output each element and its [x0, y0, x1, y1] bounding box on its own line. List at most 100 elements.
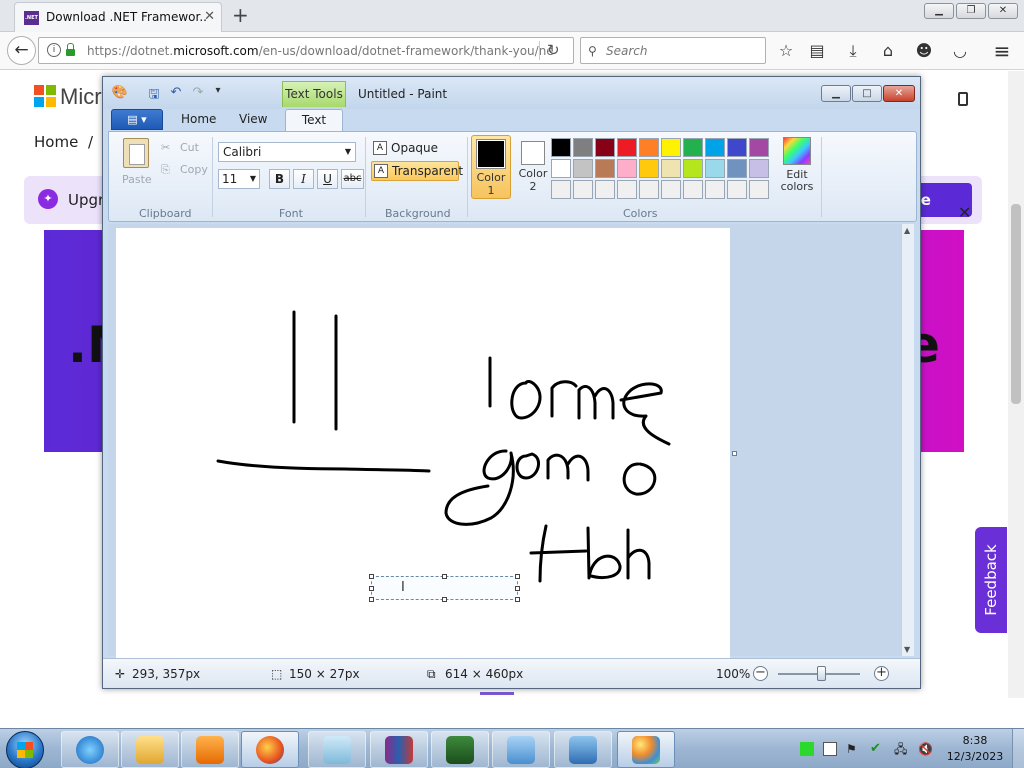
font-size-select[interactable]: 11 ▼ — [218, 169, 260, 189]
reload-icon[interactable]: ↻ — [547, 41, 560, 59]
new-tab-button[interactable]: + — [232, 3, 249, 27]
palette-swatch[interactable] — [661, 180, 681, 199]
breadcrumb-home[interactable]: Home — [34, 133, 78, 151]
palette-swatch[interactable] — [727, 180, 747, 199]
close-tab-icon[interactable]: ✕ — [204, 9, 215, 24]
feedback-button[interactable]: Feedback — [975, 527, 1007, 633]
strikethrough-button[interactable]: abc — [341, 169, 364, 189]
copy-button[interactable]: Copy — [180, 163, 208, 176]
palette-swatch[interactable] — [617, 138, 637, 157]
opaque-option[interactable]: A Opaque — [371, 139, 447, 159]
palette-swatch[interactable] — [639, 159, 659, 178]
close-button[interactable]: ✕ — [988, 3, 1018, 19]
underline-button[interactable]: U — [317, 169, 338, 189]
tab-text[interactable]: Text — [285, 109, 343, 132]
download-arrow-icon[interactable]: ⤓ — [842, 40, 864, 62]
palette-swatch[interactable] — [573, 180, 593, 199]
back-button[interactable]: ← — [7, 36, 36, 65]
security-check-icon[interactable]: ✔ — [870, 742, 884, 756]
taskbar-media-player[interactable] — [181, 731, 239, 768]
scroll-up-icon[interactable]: ▲ — [904, 226, 910, 235]
undo-icon[interactable]: ↶ — [167, 85, 185, 102]
address-bar[interactable]: i https://dotnet.microsoft.com/en-us/dow… — [38, 37, 574, 64]
color2-button[interactable]: Color 2 — [513, 135, 553, 199]
info-icon[interactable]: i — [47, 43, 61, 57]
palette-swatch[interactable] — [683, 180, 703, 199]
palette-swatch[interactable] — [551, 180, 571, 199]
cut-button[interactable]: Cut — [180, 141, 199, 154]
palette-swatch[interactable] — [749, 138, 769, 157]
palette-swatch[interactable] — [705, 159, 725, 178]
taskbar-control-panel[interactable] — [492, 731, 550, 768]
italic-button[interactable]: I — [293, 169, 314, 189]
palette-swatch[interactable] — [639, 180, 659, 199]
cut-icon[interactable]: ✂ — [161, 141, 170, 154]
palette-swatch[interactable] — [705, 138, 725, 157]
network-icon[interactable]: 🖧 — [894, 742, 908, 756]
edit-colors-button[interactable]: Edit colors — [774, 134, 820, 200]
menu-icon[interactable]: ≡ — [991, 40, 1013, 62]
palette-swatch[interactable] — [661, 159, 681, 178]
cart-icon[interactable] — [958, 92, 968, 106]
network-status-icon[interactable] — [800, 742, 814, 756]
save-icon[interactable]: 🖫 — [145, 85, 163, 102]
zoom-out-button[interactable]: − — [753, 666, 768, 681]
redo-icon[interactable]: ↷ — [189, 85, 207, 102]
bold-button[interactable]: B — [269, 169, 290, 189]
palette-swatch[interactable] — [617, 159, 637, 178]
taskbar-file-explorer[interactable] — [121, 731, 179, 768]
palette-swatch[interactable] — [727, 159, 747, 178]
banner-close-icon[interactable]: ✕ — [958, 203, 971, 222]
bookmark-star-icon[interactable]: ☆ — [775, 40, 797, 62]
taskbar-internet-explorer[interactable] — [61, 731, 119, 768]
canvas-resize-handle-right[interactable] — [732, 451, 737, 456]
taskbar-paint[interactable] — [617, 731, 675, 768]
taskbar-remote-desktop[interactable] — [554, 731, 612, 768]
close-button[interactable]: ✕ — [883, 85, 915, 102]
browser-tab[interactable]: .NET Download .NET Framewor... ✕ — [14, 2, 222, 32]
palette-swatch[interactable] — [705, 180, 725, 199]
palette-swatch[interactable] — [749, 180, 769, 199]
taskbar-clock[interactable]: 8:38 12/3/2023 — [940, 733, 1010, 765]
reading-list-icon[interactable]: ▤ — [806, 40, 828, 62]
minimize-button[interactable]: ▁ — [924, 3, 954, 19]
paste-button[interactable]: Paste — [122, 173, 152, 186]
customize-qat-icon[interactable]: ▾ — [209, 85, 227, 102]
palette-swatch[interactable] — [595, 159, 615, 178]
minimize-button[interactable]: ▁ — [821, 85, 851, 102]
font-family-select[interactable]: Calibri ▼ — [218, 142, 356, 162]
microsoft-logo-icon[interactable] — [34, 85, 56, 107]
scroll-down-icon[interactable]: ▼ — [904, 645, 910, 654]
volume-muted-icon[interactable]: 🔇 — [918, 742, 933, 756]
palette-swatch[interactable] — [573, 138, 593, 157]
taskbar-winrar[interactable] — [370, 731, 428, 768]
palette-swatch[interactable] — [551, 159, 571, 178]
palette-swatch[interactable] — [595, 180, 615, 199]
tab-view[interactable]: View — [239, 112, 267, 126]
transparent-option[interactable]: A Transparent — [371, 161, 463, 181]
palette-swatch[interactable] — [749, 159, 769, 178]
clipboard-tray-icon[interactable] — [823, 742, 837, 756]
action-center-flag-icon[interactable]: ⚑ — [846, 742, 860, 756]
palette-swatch[interactable] — [727, 138, 747, 157]
paste-icon[interactable] — [123, 138, 149, 168]
palette-swatch[interactable] — [661, 138, 681, 157]
paint-app-icon[interactable]: 🎨 — [111, 85, 129, 102]
palette-swatch[interactable] — [551, 138, 571, 157]
canvas-scrollbar[interactable]: ▲ ▼ — [901, 224, 914, 656]
palette-swatch[interactable] — [617, 180, 637, 199]
copy-icon[interactable]: ⎘ — [161, 163, 170, 177]
zoom-slider-thumb[interactable] — [817, 666, 826, 681]
restore-button[interactable]: ❐ — [956, 3, 986, 19]
text-input-box[interactable]: I — [369, 574, 520, 602]
search-bar[interactable]: ⚲ Search — [580, 37, 766, 64]
show-desktop-button[interactable] — [1012, 729, 1024, 768]
taskbar-firefox[interactable] — [241, 731, 299, 768]
taskbar-task-manager[interactable] — [431, 731, 489, 768]
palette-swatch[interactable] — [683, 138, 703, 157]
page-scrollbar-thumb[interactable] — [1011, 204, 1021, 404]
zoom-in-button[interactable]: + — [874, 666, 889, 681]
color1-button[interactable]: Color 1 — [471, 135, 511, 199]
page-scrollbar[interactable] — [1008, 71, 1024, 698]
palette-swatch[interactable] — [595, 138, 615, 157]
